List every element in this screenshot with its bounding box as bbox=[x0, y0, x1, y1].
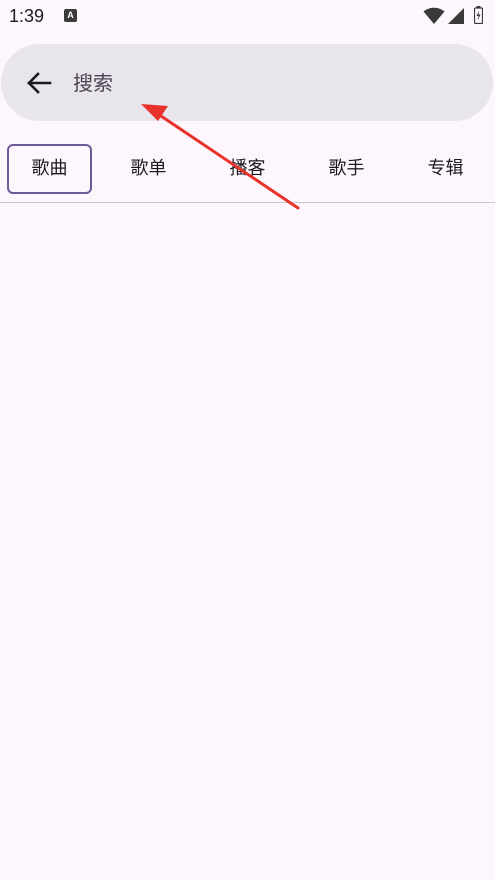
tab-artists[interactable]: 歌手 bbox=[304, 144, 389, 194]
results-area bbox=[0, 203, 495, 880]
back-arrow-icon bbox=[27, 72, 52, 94]
back-button[interactable] bbox=[19, 64, 59, 102]
notification-letter: A bbox=[67, 10, 74, 20]
tab-podcasts[interactable]: 播客 bbox=[205, 144, 290, 194]
wifi-icon bbox=[423, 7, 445, 24]
signal-icon bbox=[448, 8, 464, 24]
status-bar: 1:39 A bbox=[0, 0, 495, 34]
tab-albums[interactable]: 专辑 bbox=[403, 144, 488, 194]
search-bar bbox=[1, 44, 493, 121]
status-time: 1:39 bbox=[9, 6, 45, 26]
tab-playlists[interactable]: 歌单 bbox=[106, 144, 191, 194]
tab-songs[interactable]: 歌曲 bbox=[7, 144, 92, 194]
notification-icon: A bbox=[64, 9, 77, 22]
battery-icon bbox=[474, 6, 483, 24]
tab-bar: 歌曲 歌单 播客 歌手 专辑 bbox=[0, 140, 495, 202]
search-input[interactable] bbox=[73, 66, 453, 100]
